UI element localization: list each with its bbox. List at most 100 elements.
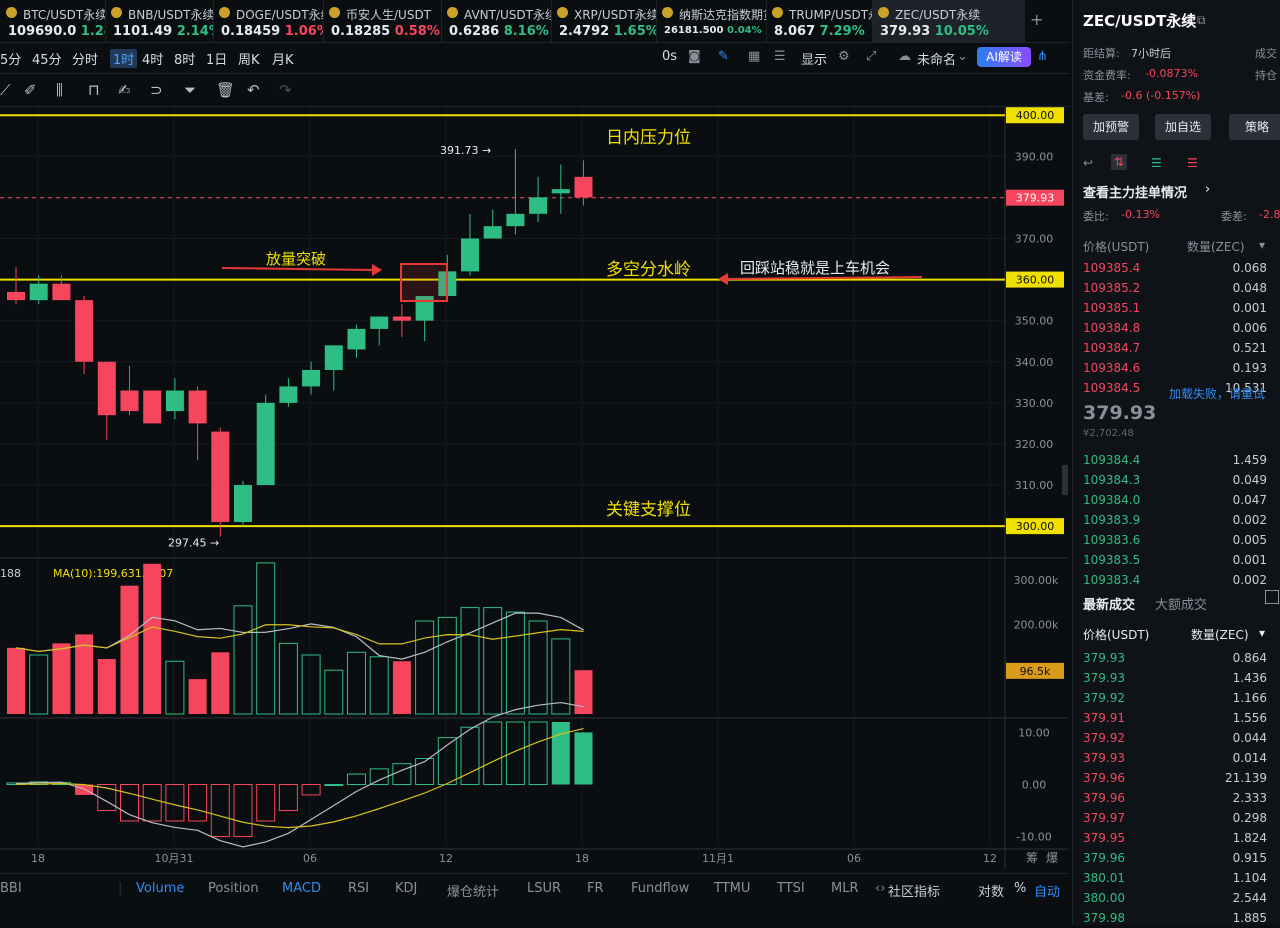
bid-row[interactable]: 109383.6 0.005 <box>1083 530 1267 550</box>
ask-row[interactable]: 109384.8 0.006 <box>1083 318 1267 338</box>
copy-icon[interactable]: ⧉ <box>1197 13 1206 28</box>
display-button[interactable]: 显示 <box>801 49 827 68</box>
indicator-5[interactable]: KDJ <box>395 881 417 896</box>
magnet-icon[interactable]: ⊃ <box>150 81 163 99</box>
ticker-tab[interactable]: TRUMP/USDT永续 8.067 7.29% <box>766 0 873 42</box>
ticker-tab[interactable]: 币安人生/USDT 0.18285 0.58% <box>323 0 442 42</box>
indicator-10[interactable]: TTMU <box>714 881 750 896</box>
candle-tool-icon[interactable]: ⫼ <box>56 81 63 99</box>
highlight-box[interactable] <box>400 263 448 302</box>
brush-tool-icon[interactable]: ✐ <box>24 81 37 99</box>
pen-icon[interactable]: ✎ <box>718 49 729 64</box>
volume-tick: 200.00k <box>1014 619 1059 632</box>
add-tab-icon[interactable]: + <box>1030 10 1043 29</box>
ticker-tab[interactable]: BNB/USDT永续 1101.49 2.14% <box>105 0 214 42</box>
timeframe-6[interactable]: 1日 <box>206 49 227 68</box>
ticker-tab[interactable]: AVNT/USDT永续 0.6286 8.16% <box>441 0 552 42</box>
add-alert-button[interactable]: 加预警 <box>1083 114 1139 140</box>
chevron-right-icon[interactable]: › <box>1205 182 1210 197</box>
ask-row[interactable]: 109385.4 0.068 <box>1083 258 1267 278</box>
filter-icon[interactable]: ⏷ <box>184 81 196 99</box>
ask-row[interactable]: 109385.1 0.001 <box>1083 298 1267 318</box>
ticker-tab[interactable]: 纳斯达克指数期货 26181.500 0.04% <box>656 0 767 42</box>
fullscreen-icon[interactable]: ⤢ <box>866 49 876 64</box>
timeframe-0[interactable]: 5分 <box>0 49 21 68</box>
indicator-16[interactable]: 自动 <box>1034 881 1060 900</box>
indicator-9[interactable]: Fundflow <box>631 881 689 896</box>
kline-chart[interactable]: 390.00380.00370.00360.00350.00340.00330.… <box>0 107 1068 869</box>
indicator-0[interactable]: BBI <box>0 881 22 896</box>
trade-row: 380.00 2.544 <box>1083 888 1267 908</box>
indicator-2[interactable]: Position <box>208 881 259 896</box>
orderbook-both-icon[interactable]: ⇅ <box>1111 154 1128 170</box>
chevron-down-icon[interactable]: ⌄ <box>957 49 968 64</box>
indicator-13[interactable]: 社区指标 <box>888 881 940 900</box>
panel-toggle-handle[interactable] <box>1062 465 1068 495</box>
orderbook-asks-icon[interactable]: ☰ <box>1187 156 1198 170</box>
line-tool-icon[interactable]: ⟋ <box>0 81 11 99</box>
timeframe-7[interactable]: 周K <box>238 49 260 68</box>
add-watchlist-button[interactable]: 加自选 <box>1155 114 1211 140</box>
caret-down-icon[interactable]: ▾ <box>1259 238 1265 252</box>
share-icon[interactable]: ⋔ <box>1037 49 1048 64</box>
settings-icon[interactable]: ⚙ <box>838 49 850 64</box>
indicator-15[interactable]: % <box>1014 881 1026 896</box>
indicator-11[interactable]: TTSI <box>777 881 805 896</box>
watch-link[interactable]: 查看主力挂单情况 <box>1083 182 1187 201</box>
strategy-button[interactable]: 策略 <box>1229 114 1280 140</box>
camera-icon[interactable]: ◙ <box>688 49 701 64</box>
trades-col-qty[interactable]: 数量(ZEC) <box>1191 626 1249 643</box>
tool-icon-b[interactable]: 爆 <box>1046 851 1058 865</box>
col-qty-header[interactable]: 数量(ZEC) <box>1187 238 1245 255</box>
indicator-4[interactable]: RSI <box>348 881 369 896</box>
tab-large-trades[interactable]: 大额成交 <box>1155 594 1207 613</box>
ticker-tab[interactable]: ZEC/USDT永续 379.93 10.05% <box>872 0 1025 42</box>
timeframe-1[interactable]: 45分 <box>32 49 62 68</box>
coin-icon <box>6 7 17 18</box>
load-fail-message[interactable]: 加载失败，请重试 <box>1169 385 1265 402</box>
more-icon[interactable]: ‹› <box>875 881 885 896</box>
timeframe-4[interactable]: 4时 <box>142 49 163 68</box>
ticker-name: 纳斯达克指数期货 <box>679 8 767 22</box>
orderbook-bids-icon[interactable]: ☰ <box>1151 156 1162 170</box>
tab-latest-trades[interactable]: 最新成交 <box>1083 594 1135 613</box>
interval-display[interactable]: 0s <box>662 49 677 64</box>
indicator-1[interactable]: Volume <box>136 881 184 896</box>
timeframe-2[interactable]: 分时 <box>72 49 98 68</box>
caret-down-icon[interactable]: ▾ <box>1259 626 1265 640</box>
ai-interpret-button[interactable]: AI解读 <box>977 47 1031 67</box>
note-icon[interactable]: ✍ <box>118 81 131 99</box>
lock-icon[interactable]: ⊓ <box>88 81 100 99</box>
bid-row[interactable]: 109384.4 1.459 <box>1083 450 1267 470</box>
ask-row[interactable]: 109385.2 0.048 <box>1083 278 1267 298</box>
ask-row[interactable]: 109384.7 0.521 <box>1083 338 1267 358</box>
indicator-8[interactable]: FR <box>587 881 604 896</box>
current-price-text: 379.93 <box>1016 192 1055 205</box>
grid-icon[interactable]: ▦ <box>748 49 760 64</box>
tool-icon-a[interactable]: 筹 <box>1026 851 1038 865</box>
checkbox[interactable] <box>1265 590 1279 604</box>
ask-row[interactable]: 109384.6 0.193 <box>1083 358 1267 378</box>
ticker-tab[interactable]: XRP/USDT永续 2.4792 1.65% <box>551 0 657 42</box>
indicator-7[interactable]: LSUR <box>527 881 561 896</box>
timeframe-5[interactable]: 8时 <box>174 49 195 68</box>
ticker-tab[interactable]: DOGE/USDT永续 0.18459 1.06% <box>213 0 324 42</box>
trash-icon[interactable]: 🗑 <box>216 81 235 99</box>
back-icon[interactable]: ↩ <box>1083 156 1093 170</box>
bar-settings-icon[interactable]: ☰ <box>774 49 786 64</box>
bid-row[interactable]: 109383.5 0.001 <box>1083 550 1267 570</box>
indicator-14[interactable]: 对数 <box>978 881 1004 900</box>
indicator-6[interactable]: 爆仓统计 <box>447 881 499 900</box>
indicator-3[interactable]: MACD <box>282 881 321 896</box>
layout-name[interactable]: 未命名 <box>917 49 956 68</box>
redo-icon[interactable]: ↷ <box>279 81 292 99</box>
bid-row[interactable]: 109383.4 0.002 <box>1083 570 1267 590</box>
timeframe-3[interactable]: 1时 <box>110 49 138 68</box>
bid-row[interactable]: 109383.9 0.002 <box>1083 510 1267 530</box>
indicator-12[interactable]: MLR <box>831 881 859 896</box>
bid-row[interactable]: 109384.3 0.049 <box>1083 470 1267 490</box>
bid-row[interactable]: 109384.0 0.047 <box>1083 490 1267 510</box>
undo-icon[interactable]: ↶ <box>247 81 260 99</box>
ticker-tab[interactable]: BTC/USDT永续 109690.0 1.24% <box>0 0 106 42</box>
timeframe-8[interactable]: 月K <box>272 49 294 68</box>
